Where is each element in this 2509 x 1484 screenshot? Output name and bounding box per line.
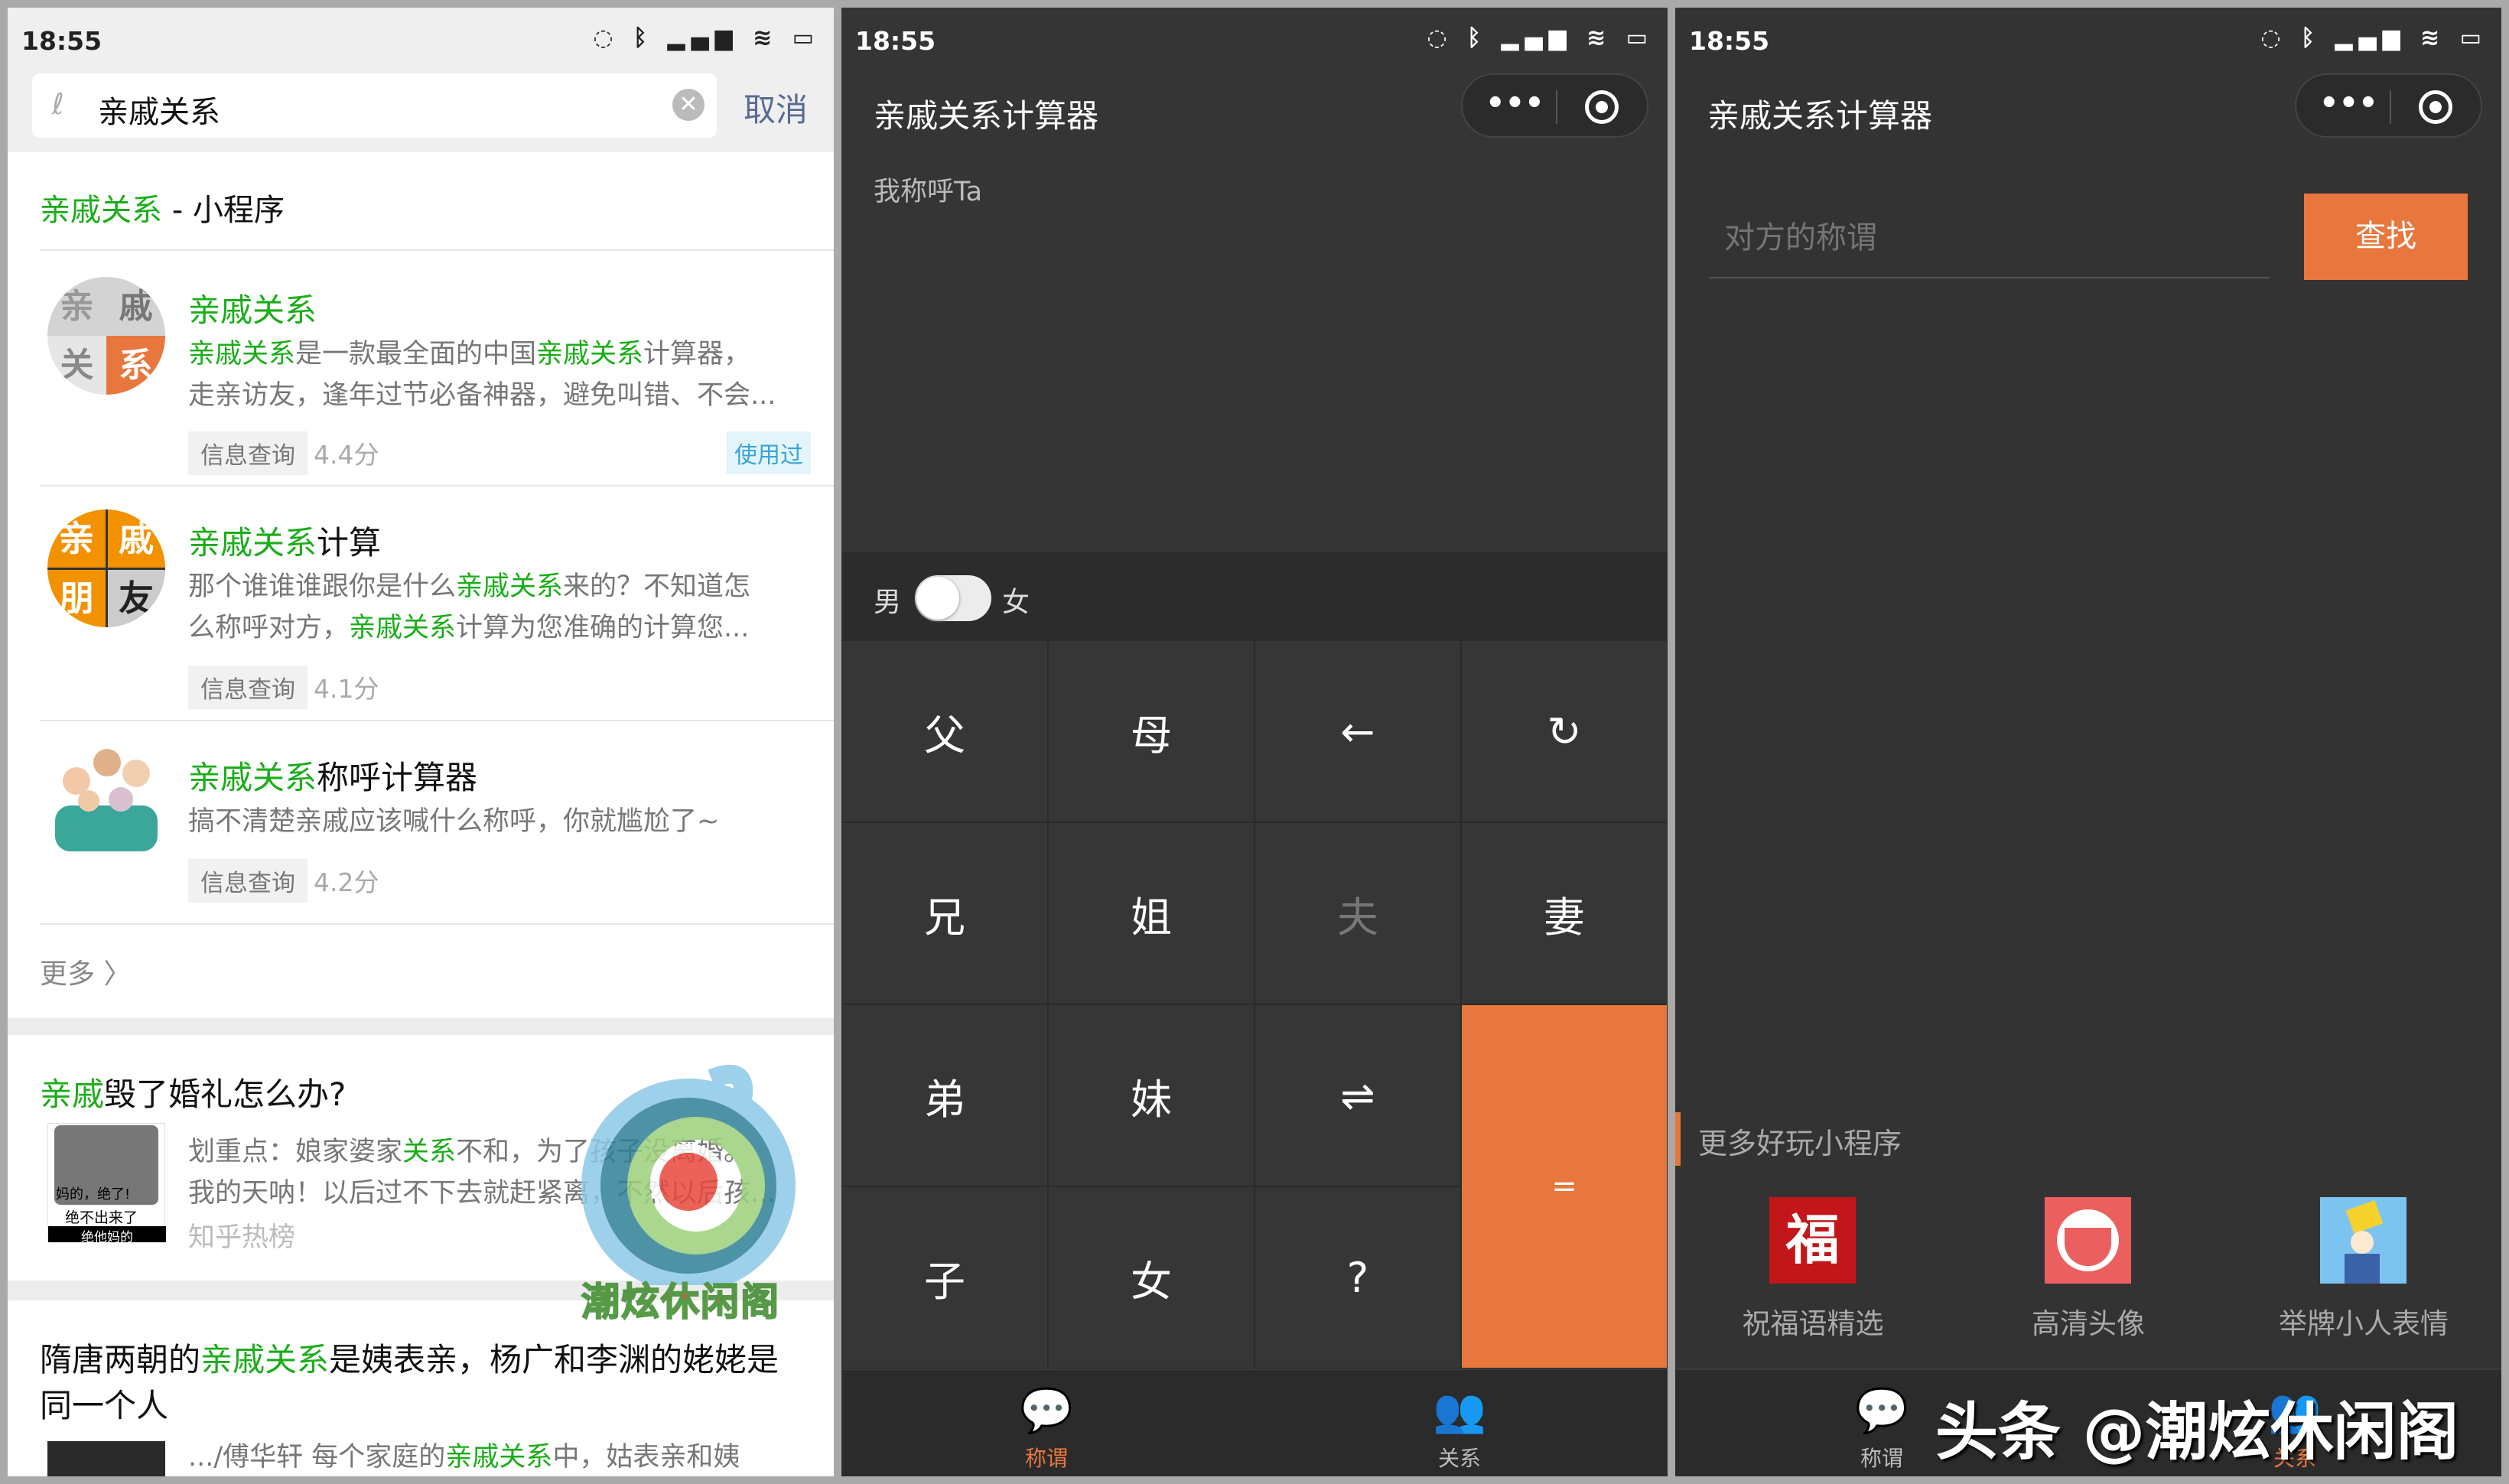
calculator-screen: 18:55 ◌ ᛒ ▂▄▆ ≋ ▭ 亲戚关系计算器 ••• 我称呼Ta 男 女 父… <box>841 8 1668 1476</box>
gender-row: 男 女 <box>841 552 1668 640</box>
app-icon: 亲 戚 关 系 <box>47 277 165 395</box>
key-9[interactable]: 妹 <box>1048 1004 1254 1186</box>
result-item[interactable]: 亲戚关系称呼计算器 搞不清楚亲戚应该喊什么称呼，你就尴尬了~ 信息查询 4.2分 <box>8 721 834 923</box>
clear-icon[interactable]: ✕ <box>672 89 705 121</box>
result-desc: 亲戚关系是一款最全面的中国亲戚关系计算器， <box>188 339 751 369</box>
mini-label[interactable]: 祝福语精选 <box>1698 1300 1928 1342</box>
key-6[interactable]: 夫 <box>1254 822 1461 1004</box>
key-14[interactable]: ? <box>1254 1186 1461 1368</box>
used-badge: 使用过 <box>727 431 811 474</box>
miniprogram-icon: ℓ <box>52 87 64 121</box>
find-screen: 18:55◌ ᛒ ▂▄▆ ≋ ▭ 亲戚关系计算器 ••• 查找 更多好玩小程序 … <box>1675 8 2501 1476</box>
page-title: 亲戚关系计算器 <box>1707 97 1933 135</box>
sign-holder-icon[interactable] <box>2320 1197 2406 1284</box>
rating: 4.2分 <box>314 867 379 897</box>
key-3[interactable]: ↻ <box>1461 640 1668 822</box>
rating: 4.1分 <box>314 674 379 704</box>
capsule-menu: ••• <box>2295 73 2482 138</box>
tab-titles[interactable]: 💬 称谓 <box>985 1381 1108 1473</box>
chat-icon: 💬 <box>1020 1386 1073 1436</box>
fu-icon[interactable]: 福 <box>1769 1197 1856 1284</box>
key-1[interactable]: 母 <box>1048 640 1254 822</box>
keypad: 父母 ← ↻ 兄姐夫妻弟妹 ⇌ = 子女? <box>841 640 1668 1368</box>
more-link[interactable]: 更多 〉 <box>40 952 131 991</box>
result-desc: 走亲访友，逢年过节必备神器，避免叫错、不会... <box>188 380 776 411</box>
search-input[interactable]: ℓ 亲戚关系 ✕ <box>32 73 717 138</box>
more-icon[interactable]: ••• <box>1486 86 1544 121</box>
status-bar: 18:55 ◌ ᛒ ▂▄▆ ≋ ▭ <box>855 24 1654 56</box>
key-13[interactable]: 女 <box>1048 1186 1254 1368</box>
key-5[interactable]: 姐 <box>1048 822 1254 1004</box>
result-title: 亲戚关系计算 <box>188 524 382 561</box>
rating: 4.4分 <box>314 440 379 470</box>
category-tag: 信息查询 <box>188 859 308 903</box>
result-desc: 搞不清楚亲戚应该喊什么称呼，你就尴尬了~ <box>188 806 720 837</box>
article-source: 知乎热榜 <box>188 1222 296 1253</box>
article-thumbnail <box>47 1441 165 1476</box>
gender-toggle[interactable] <box>915 575 991 621</box>
divider <box>40 923 834 925</box>
result-item[interactable]: 亲 戚 朋 友 亲戚关系计算 那个谁谁谁跟你是什么亲戚关系来的？不知道怎 么称呼… <box>8 487 834 720</box>
result-title: 亲戚关系称呼计算器 <box>188 759 478 796</box>
family-cartoon-icon <box>47 744 165 862</box>
section-title: 亲戚关系 - 小程序 <box>40 193 285 228</box>
article-title: 亲戚毁了婚礼怎么办? <box>40 1076 347 1113</box>
capsule-menu: ••• <box>1461 73 1648 138</box>
result-item[interactable]: 亲 戚 关 系 亲戚关系 亲戚关系是一款最全面的中国亲戚关系计算器， 走亲访友，… <box>8 251 834 485</box>
key-7[interactable]: 妻 <box>1461 822 1668 1004</box>
key-4[interactable]: 兄 <box>841 822 1048 1004</box>
status-icons: ◌ ᛒ ▂▄▆ ≋ ▭ <box>593 24 820 51</box>
equals-key[interactable]: = <box>1461 1004 1668 1368</box>
article-title: 隋唐两朝的亲戚关系是姨表亲，杨广和李渊的姥姥是 <box>40 1341 779 1378</box>
more-icon[interactable]: ••• <box>2319 86 2378 121</box>
search-screen: 18:55 ◌ ᛒ ▂▄▆ ≋ ▭ ℓ 亲戚关系 ✕ 取消 亲戚关系 - 小程序 亲 … <box>8 8 834 1476</box>
relation-input[interactable] <box>1709 199 2269 278</box>
cancel-button[interactable]: 取消 <box>744 84 808 131</box>
key-10[interactable]: ⇌ <box>1254 1004 1461 1186</box>
mini-label[interactable]: 举牌小人表情 <box>2249 1300 2478 1342</box>
tab-titles[interactable]: 💬 称谓 <box>1821 1381 1943 1473</box>
female-label: 女 <box>1002 587 1030 618</box>
article-title: 同一个人 <box>40 1387 169 1424</box>
article-thumbnail: 妈的，绝了! 绝不出来了 绝他妈的 <box>47 1123 166 1245</box>
result-desc: 么称呼对方，亲戚关系计算为您准确的计算您... <box>188 613 750 643</box>
find-button[interactable]: 查找 <box>2304 194 2468 280</box>
mini-label[interactable]: 高清头像 <box>1974 1300 2203 1342</box>
key-0[interactable]: 父 <box>841 640 1048 822</box>
status-bar: 18:55 ◌ ᛒ ▂▄▆ ≋ ▭ <box>1689 24 2488 56</box>
result-desc: 那个谁谁谁跟你是什么亲戚关系来的？不知道怎 <box>188 571 751 602</box>
section-accent <box>1675 1112 1681 1166</box>
tab-relations[interactable]: 👥 关系 <box>1398 1381 1521 1473</box>
result-label: 我称呼Ta <box>874 177 983 207</box>
article-snippet: .../傅华轩 每个家庭的亲戚关系中，姑表亲和姨 <box>188 1442 740 1473</box>
app-icon: 亲 戚 朋 友 <box>47 509 165 627</box>
watermark-logo: 潮炫休闲阁 <box>574 1056 818 1331</box>
close-miniprogram-icon[interactable] <box>1585 90 1619 124</box>
chat-icon: 💬 <box>1855 1386 1909 1436</box>
people-icon: 👥 <box>1433 1386 1486 1436</box>
status-bar: 18:55 ◌ ᛒ ▂▄▆ ≋ ▭ <box>8 8 834 69</box>
result-title: 亲戚关系 <box>188 291 317 329</box>
key-8[interactable]: 弟 <box>841 1004 1048 1186</box>
close-miniprogram-icon[interactable] <box>2419 90 2452 124</box>
category-tag: 信息查询 <box>188 666 308 709</box>
page-title: 亲戚关系计算器 <box>874 97 1099 135</box>
status-time: 18:55 <box>21 26 103 56</box>
section-gap <box>8 1018 834 1035</box>
tab-bar: 💬 称谓 👥 关系 头条 @潮炫休闲阁 <box>1675 1368 2501 1476</box>
key-12[interactable]: 子 <box>841 1186 1048 1368</box>
section-title: 更多好玩小程序 <box>1698 1127 1902 1160</box>
category-tag: 信息查询 <box>188 431 308 475</box>
avatar-face-icon[interactable] <box>2045 1197 2131 1284</box>
male-label: 男 <box>874 587 902 618</box>
key-2[interactable]: ← <box>1254 640 1461 822</box>
watermark-text: 头条 @潮炫休闲阁 <box>1935 1396 2459 1469</box>
search-query: 亲戚关系 <box>98 95 220 130</box>
tab-bar: 💬 称谓 👥 关系 <box>841 1368 1668 1476</box>
